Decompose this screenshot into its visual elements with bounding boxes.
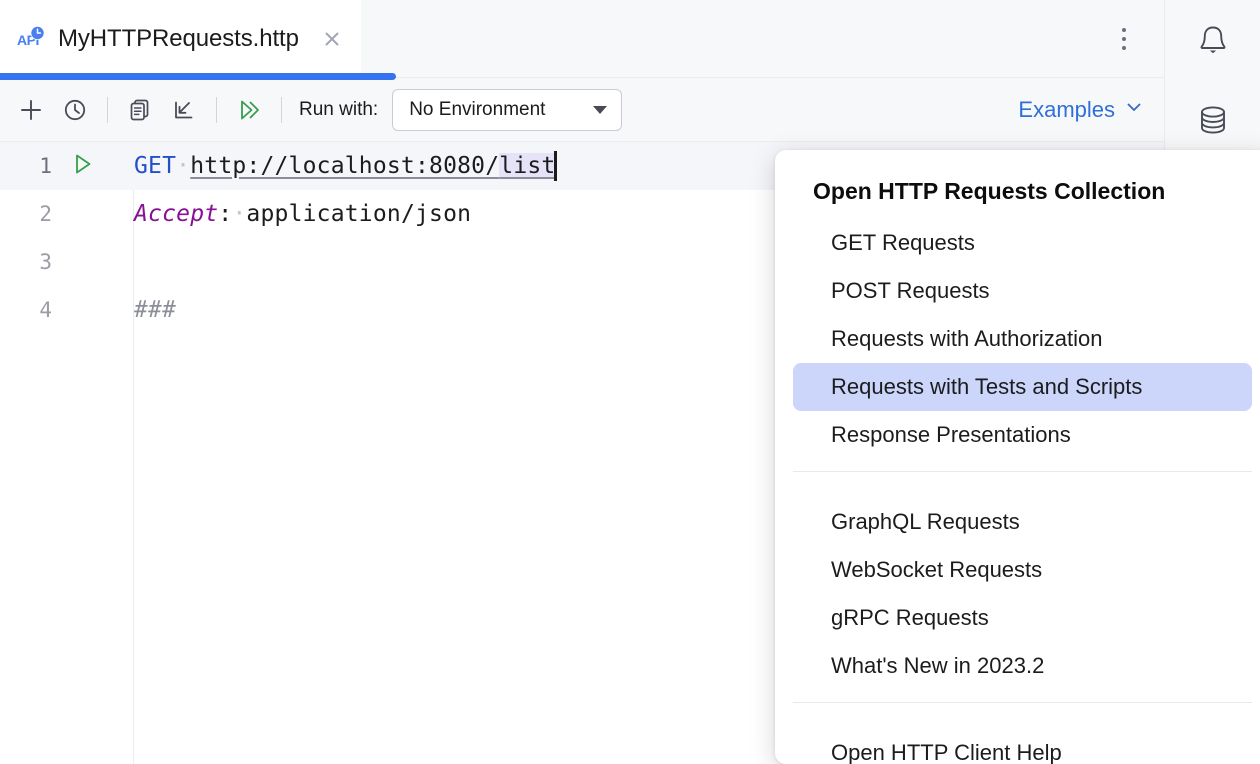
menu-item[interactable]: GET Requests: [793, 219, 1252, 267]
bell-icon: [1193, 20, 1233, 60]
notifications-button[interactable]: [1187, 14, 1239, 66]
menu-group: GraphQL RequestsWebSocket RequestsgRPC R…: [775, 484, 1260, 690]
code-token-space: ·: [232, 201, 246, 227]
text-caret: [554, 151, 557, 181]
menu-group: GET RequestsPOST RequestsRequests with A…: [775, 205, 1260, 459]
menu-item[interactable]: GraphQL Requests: [793, 498, 1252, 546]
code-token-header: Accept: [134, 201, 218, 227]
line-number: 1: [0, 154, 52, 178]
code-text: Accept:·application/json: [112, 201, 471, 227]
menu-group: Open HTTP Client Help: [775, 715, 1260, 764]
tab-title: MyHTTPRequests.http: [58, 25, 299, 53]
clock-icon: [62, 97, 88, 123]
close-icon[interactable]: [317, 24, 347, 54]
more-vertical-icon[interactable]: [1102, 11, 1146, 67]
database-button[interactable]: [1187, 94, 1239, 146]
file-progress-bar: [0, 73, 396, 80]
menu-item[interactable]: WebSocket Requests: [793, 546, 1252, 594]
code-token-comment: ###: [134, 297, 176, 323]
examples-label: Examples: [1018, 97, 1115, 123]
menu-separator: [793, 471, 1252, 472]
menu-separator: [793, 702, 1252, 703]
menu-item[interactable]: Response Presentations: [793, 411, 1252, 459]
editor-tab-myhttprequests[interactable]: API MyHTTPRequests.http: [0, 0, 361, 78]
toolbar-divider-1: [107, 97, 108, 123]
run-with-label: Run with:: [299, 99, 378, 121]
examples-menu-popup[interactable]: Open HTTP Requests Collection GET Reques…: [775, 150, 1260, 764]
menu-item[interactable]: Open HTTP Client Help: [793, 729, 1252, 764]
open-examples-button[interactable]: [119, 89, 161, 131]
request-history-button[interactable]: [54, 89, 96, 131]
chevron-down-icon: [1124, 97, 1144, 122]
examples-menu-title: Open HTTP Requests Collection: [775, 172, 1260, 205]
request-toolbar: Run with: No Environment Examples: [0, 78, 1164, 142]
menu-item[interactable]: What's New in 2023.2: [793, 642, 1252, 690]
http-client-window: API MyHTTPRequests.http: [0, 0, 1260, 764]
menu-item[interactable]: gRPC Requests: [793, 594, 1252, 642]
run-request-button[interactable]: [52, 150, 112, 182]
environment-value: No Environment: [409, 99, 545, 121]
code-text: GET·http://localhost:8080/list: [112, 151, 557, 181]
import-request-button[interactable]: [163, 89, 205, 131]
double-chevron-right-icon: [235, 96, 263, 124]
menu-item[interactable]: Requests with Authorization: [793, 315, 1252, 363]
menu-item[interactable]: POST Requests: [793, 267, 1252, 315]
examples-dropdown-button[interactable]: Examples: [1014, 91, 1148, 129]
code-token-value: application/json: [246, 201, 471, 227]
line-number: 4: [0, 298, 52, 322]
tab-bar-spacer: [361, 0, 1102, 78]
arrow-down-left-icon: [171, 97, 197, 123]
run-all-requests-button[interactable]: [228, 89, 270, 131]
database-icon: [1193, 100, 1233, 140]
code-token-punct: :: [218, 201, 232, 227]
examples-menu-groups: GET RequestsPOST RequestsRequests with A…: [775, 205, 1260, 764]
add-request-button[interactable]: [10, 89, 52, 131]
play-triangle-icon: [68, 150, 96, 182]
environment-select[interactable]: No Environment: [392, 89, 622, 131]
code-token-selection: list: [499, 153, 555, 179]
plus-icon: [18, 97, 44, 123]
toolbar-divider-2: [216, 97, 217, 123]
line-number: 2: [0, 202, 52, 226]
tab-bar: API MyHTTPRequests.http: [0, 0, 1164, 78]
line-number: 3: [0, 250, 52, 274]
toolbar-divider-3: [281, 97, 282, 123]
menu-item[interactable]: Requests with Tests and Scripts: [793, 363, 1252, 411]
copy-documents-icon: [127, 97, 153, 123]
caret-down-icon: [593, 106, 607, 114]
code-token-method: GET: [134, 153, 176, 179]
code-token-space: ·: [176, 153, 190, 179]
http-file-api-icon: API: [16, 24, 46, 54]
code-text: ###: [112, 297, 176, 323]
code-token-url: http://localhost:8080/: [190, 153, 499, 179]
